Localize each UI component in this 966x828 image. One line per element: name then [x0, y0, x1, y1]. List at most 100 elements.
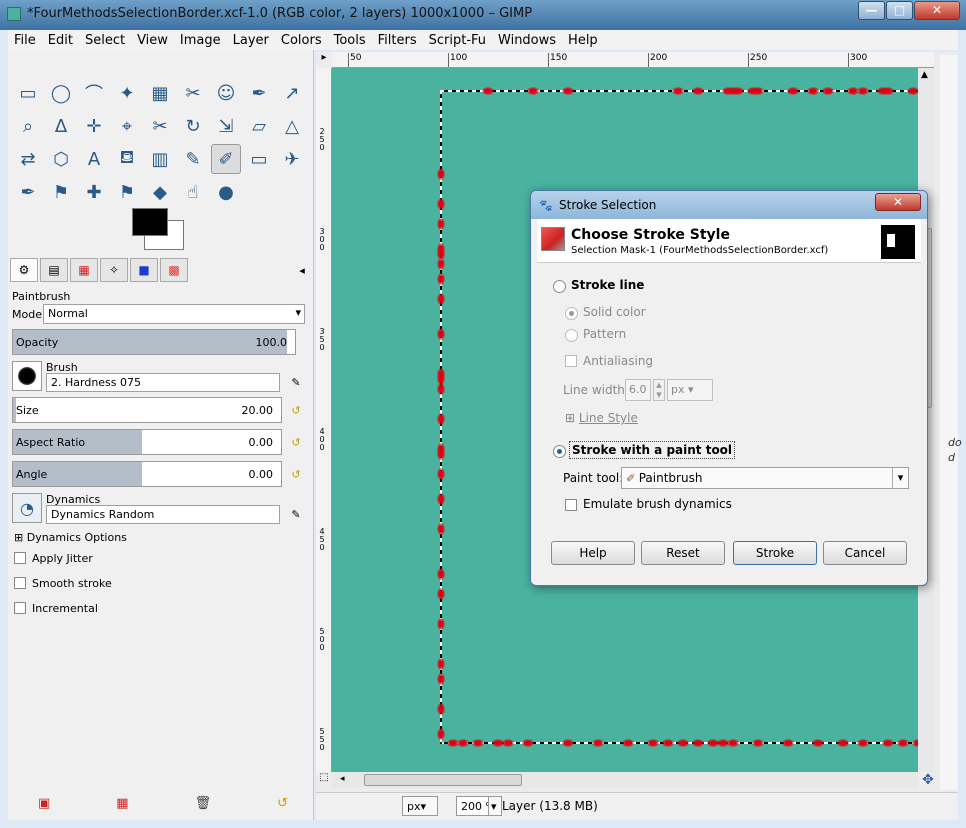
paint-tool-select[interactable]: ✐ Paintbrush ▾	[621, 467, 909, 489]
tab-brushes[interactable]: ■	[130, 258, 158, 282]
reset-angle-icon[interactable]: ↺	[288, 466, 304, 482]
stroke-line-radio[interactable]	[553, 280, 566, 293]
align-tool-button[interactable]: ⌖	[112, 111, 142, 141]
heal-tool-button[interactable]: ✚	[79, 177, 109, 207]
tab-menu-button[interactable]: ◂	[294, 262, 310, 278]
delete-options-icon[interactable]: 🗑	[195, 796, 212, 811]
tab-tool-options[interactable]: ⚙	[10, 258, 38, 282]
pencil-tool-button[interactable]: ✎	[178, 144, 208, 174]
expand-dynamics-options[interactable]: ⊞ Dynamics Options	[14, 531, 127, 544]
blend-tool-button[interactable]: ▥	[145, 144, 175, 174]
menu-view[interactable]: View	[131, 33, 174, 48]
move-tool-button[interactable]: ✛	[79, 111, 109, 141]
text-tool-button[interactable]: A	[79, 144, 109, 174]
free-select-tool-button[interactable]: ⌒	[79, 78, 109, 108]
rotate-tool-button[interactable]: ↻	[178, 111, 208, 141]
menu-windows[interactable]: Windows	[492, 33, 562, 48]
size-slider[interactable]: Size 20.00	[12, 397, 282, 423]
dynamics-name-field[interactable]: Dynamics Random	[46, 505, 280, 524]
incremental-checkbox[interactable]	[14, 602, 26, 614]
horizontal-scroll-thumb[interactable]	[364, 774, 522, 786]
line-width-spinner[interactable]: ▲ ▼	[653, 379, 665, 401]
help-button[interactable]: Help	[551, 541, 635, 565]
edit-dynamics-icon[interactable]: ✎	[288, 506, 304, 522]
unit-select[interactable]: px▾	[402, 796, 438, 816]
smudge-tool-button[interactable]: ☝	[178, 177, 208, 207]
perspective-tool-button[interactable]: △	[277, 111, 307, 141]
angle-slider[interactable]: Angle 0.00	[12, 461, 282, 487]
navigate-menu-icon[interactable]: ▸	[316, 52, 332, 68]
dodge-burn-tool-button[interactable]: ●	[211, 177, 241, 207]
eraser-tool-button[interactable]: ▭	[244, 144, 274, 174]
menu-help[interactable]: Help	[562, 33, 604, 48]
scroll-up-icon[interactable]: ▲	[921, 70, 928, 80]
reset-size-icon[interactable]: ↺	[288, 402, 304, 418]
menu-colors[interactable]: Colors	[275, 33, 328, 48]
shear-tool-button[interactable]: ▱	[244, 111, 274, 141]
scissors-tool-button[interactable]: ✂	[178, 78, 208, 108]
menu-filters[interactable]: Filters	[372, 33, 423, 48]
stroke-paint-tool-radio[interactable]	[553, 445, 566, 458]
cancel-button[interactable]: Cancel	[823, 541, 907, 565]
foreground-color[interactable]	[132, 208, 168, 236]
zoom-dropdown[interactable]: ▾	[488, 796, 502, 816]
perspective-clone-tool-button[interactable]: ⚑	[112, 177, 142, 207]
foreground-select-tool-button[interactable]: ☺	[211, 78, 241, 108]
restore-options-icon[interactable]: ▦	[116, 796, 128, 811]
airbrush-tool-button[interactable]: ✈	[277, 144, 307, 174]
menu-image[interactable]: Image	[174, 33, 227, 48]
ink-tool-button[interactable]: ✒	[13, 177, 43, 207]
tab-patterns[interactable]: ▩	[160, 258, 188, 282]
maximize-button[interactable]: □	[886, 1, 913, 20]
smooth-stroke-checkbox[interactable]	[14, 577, 26, 589]
menu-layer[interactable]: Layer	[227, 33, 275, 48]
reset-options-icon[interactable]: ↺	[277, 796, 288, 811]
measure-tool-button[interactable]: ∆	[46, 111, 76, 141]
blur-tool-button[interactable]: ◆	[145, 177, 175, 207]
edit-brush-icon[interactable]: ✎	[288, 374, 304, 390]
zoom-tool-button[interactable]: ⌕	[13, 111, 43, 141]
color-picker-tool-button[interactable]: ↗	[277, 78, 307, 108]
close-button[interactable]: ✕	[914, 1, 960, 20]
fg-bg-colors[interactable]	[132, 208, 192, 256]
navigate-icon[interactable]: ✥	[920, 772, 936, 788]
tab-paths[interactable]: ✧	[100, 258, 128, 282]
bucket-fill-tool-button[interactable]: ⛾	[112, 144, 142, 174]
reset-button[interactable]: Reset	[641, 541, 725, 565]
reset-aspect-icon[interactable]: ↺	[288, 434, 304, 450]
line-width-input[interactable]: 6.0	[625, 379, 651, 401]
scale-tool-button[interactable]: ⇲	[211, 111, 241, 141]
tab-layers[interactable]: ▦	[70, 258, 98, 282]
rect-select-tool-button[interactable]: ▭	[13, 78, 43, 108]
clone-tool-button[interactable]: ⚑	[46, 177, 76, 207]
menu-tools[interactable]: Tools	[328, 33, 372, 48]
aspect-ratio-slider[interactable]: Aspect Ratio 0.00	[12, 429, 282, 455]
brush-preview[interactable]	[12, 361, 42, 391]
scroll-left-icon[interactable]: ◂	[340, 774, 345, 784]
emulate-dynamics-checkbox[interactable]	[565, 499, 577, 511]
flip-tool-button[interactable]: ⇄	[13, 144, 43, 174]
menu-select[interactable]: Select	[79, 33, 131, 48]
line-width-unit-select[interactable]: px ▾	[667, 379, 713, 401]
save-options-icon[interactable]: ▣	[38, 796, 50, 811]
paths-tool-button[interactable]: ✒	[244, 78, 274, 108]
apply-jitter-checkbox[interactable]	[14, 552, 26, 564]
horizontal-ruler[interactable]: 50 100 150 200 250 300	[332, 52, 934, 68]
color-select-tool-button[interactable]: ▦	[145, 78, 175, 108]
dialog-close-button[interactable]: ✕	[875, 193, 921, 211]
cage-tool-button[interactable]: ⬡	[46, 144, 76, 174]
antialiasing-checkbox[interactable]	[565, 355, 577, 367]
menu-script-fu[interactable]: Script-Fu	[423, 33, 492, 48]
crop-tool-button[interactable]: ✂	[145, 111, 175, 141]
menu-file[interactable]: File	[8, 33, 42, 48]
horizontal-scrollbar[interactable]: ◂	[332, 772, 918, 788]
solid-color-radio[interactable]	[565, 307, 578, 320]
mode-select[interactable]: Normal ▾	[43, 304, 305, 324]
tab-images[interactable]: ▤	[40, 258, 68, 282]
opacity-slider[interactable]: Opacity 100.0	[12, 329, 296, 355]
line-style-expander[interactable]: ⊞ Line Style	[565, 411, 638, 425]
ellipse-select-tool-button[interactable]: ◯	[46, 78, 76, 108]
pattern-radio[interactable]	[565, 329, 578, 342]
vertical-ruler[interactable]: 2 5 0 3 0 0 3 5 0 4 0 0 4 5 0 5 0 0 5 5 0	[316, 68, 332, 772]
stroke-button[interactable]: Stroke	[733, 541, 817, 565]
